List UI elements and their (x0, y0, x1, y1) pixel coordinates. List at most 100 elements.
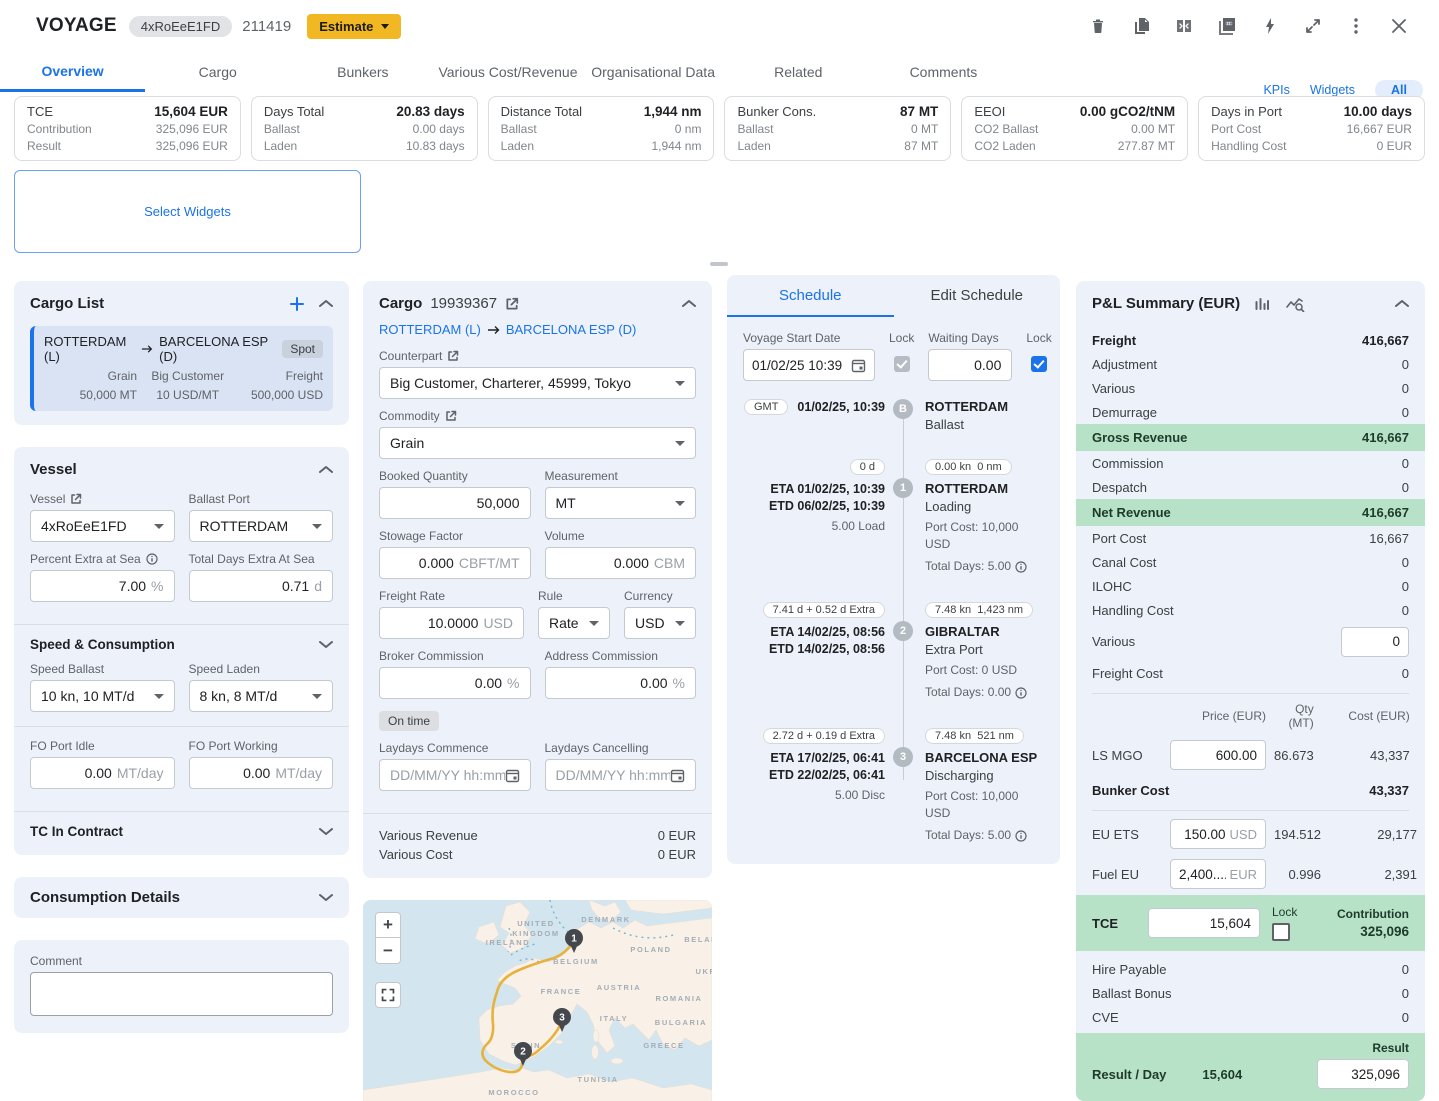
waiting-days-lock-checkbox[interactable] (1031, 356, 1047, 372)
cargo-external-link-icon[interactable] (505, 297, 519, 311)
vessel-external-link-icon[interactable] (70, 493, 82, 505)
start-port: ROTTERDAM (925, 399, 1044, 414)
estimate-button[interactable]: Estimate (307, 14, 401, 39)
expand-icon[interactable] (1303, 16, 1323, 36)
voyage-tag: 4xRoEeE1FD (129, 16, 232, 37)
pdf-export-icon[interactable] (1217, 16, 1237, 36)
comment-input[interactable] (30, 972, 333, 1016)
svg-text:3: 3 (559, 1013, 565, 1024)
speed-ballast-select[interactable]: 10 kn, 10 MT/d (30, 680, 175, 712)
tab-various-cost-revenue[interactable]: Various Cost/Revenue (435, 52, 580, 92)
map-zoom-out-button[interactable]: − (375, 938, 401, 964)
svg-text:AUSTRIA: AUSTRIA (597, 983, 642, 992)
tab-bunkers[interactable]: Bunkers (290, 52, 435, 92)
filter-widgets[interactable]: Widgets (1310, 83, 1355, 97)
map-zoom-in-button[interactable]: + (375, 912, 401, 938)
tab-schedule[interactable]: Schedule (727, 275, 894, 317)
schedule-timeline: GMT 01/02/25, 10:39 B ROTTERDAM Ballast … (743, 397, 1044, 844)
filter-kpis[interactable]: KPIs (1263, 83, 1289, 97)
calendar-icon[interactable] (505, 768, 520, 783)
close-icon[interactable] (1389, 16, 1409, 36)
laydays-commence-input[interactable] (379, 759, 531, 791)
currency-select[interactable]: USD (624, 607, 696, 639)
info-icon (1015, 830, 1027, 842)
rule-select[interactable]: Rate (538, 607, 610, 639)
calendar-icon[interactable] (851, 358, 866, 373)
route-map[interactable]: UNITED KINGDOM IRELAND DENMARK BELGIUM P… (363, 900, 712, 1101)
speed-laden-select[interactable]: 8 kn, 8 MT/d (189, 680, 334, 712)
eu-ets-price-input[interactable]: USD (1170, 819, 1266, 849)
cargo-list-item[interactable]: ROTTERDAM (L) BARCELONA ESP (D) Spot Gra… (30, 326, 333, 411)
tab-comments[interactable]: Comments (871, 52, 1016, 92)
comment-label: Comment (30, 954, 82, 968)
collapse-cargo-icon[interactable] (682, 299, 696, 308)
broker-commission-input[interactable]: 0.00% (379, 667, 531, 699)
map-fullscreen-button[interactable] (375, 982, 401, 1008)
kpi-card-tce: TCE15,604 EUR Contribution325,096 EUR Re… (14, 96, 241, 161)
commodity-select[interactable]: Grain (379, 427, 696, 459)
address-commission-input[interactable]: 0.00% (545, 667, 697, 699)
laydays-cancelling-input[interactable] (545, 759, 697, 791)
tce-input[interactable] (1148, 908, 1260, 938)
tab-edit-schedule[interactable]: Edit Schedule (894, 275, 1061, 317)
freight-rate-input[interactable]: 10.0000USD (379, 607, 524, 639)
kpi-card-days-total: Days Total20.83 days Ballast0.00 days La… (251, 96, 478, 161)
tce-lock-checkbox[interactable] (1272, 923, 1290, 941)
route-from-link[interactable]: ROTTERDAM (L) (379, 322, 481, 337)
tab-cargo[interactable]: Cargo (145, 52, 290, 92)
arrow-right-icon (487, 325, 500, 335)
collapse-pnl-icon[interactable] (1395, 299, 1409, 308)
days-extra-input[interactable]: 0.71d (189, 570, 334, 602)
cargo-id: 19939367 (430, 295, 497, 312)
voyage-start-lock-checkbox[interactable] (894, 356, 910, 372)
ls-mgo-price-input[interactable] (1170, 740, 1266, 770)
pnl-various-input[interactable] (1341, 627, 1409, 657)
tce-row: TCE Lock Contribution 325,096 (1076, 895, 1425, 951)
measurement-select[interactable]: MT (545, 487, 697, 519)
counterpart-external-link-icon[interactable] (447, 350, 459, 362)
cargo-counterpart: Big Customer (137, 369, 238, 383)
fo-port-idle-input[interactable]: 0.00MT/day (30, 757, 175, 789)
tab-overview[interactable]: Overview (0, 52, 145, 92)
consumption-details-panel: Consumption Details (14, 877, 349, 918)
expand-tc-icon[interactable] (319, 827, 333, 836)
expand-speed-icon[interactable] (319, 640, 333, 649)
fo-port-working-input[interactable]: 0.00MT/day (189, 757, 334, 789)
svg-text:IRELAND: IRELAND (486, 938, 531, 947)
pnl-column: P&L Summary (EUR) Freight416,667 Adjustm… (1076, 281, 1425, 1101)
booked-quantity-input[interactable]: 50,000 (379, 487, 531, 519)
left-column: Cargo List ROTTERDAM (L) BARCELONA ESP (… (14, 281, 349, 1055)
percent-extra-input[interactable]: 7.00% (30, 570, 175, 602)
fuel-eu-price-input[interactable]: EUR (1170, 859, 1266, 889)
counterpart-select[interactable]: Big Customer, Charterer, 45999, Tokyo (379, 367, 696, 399)
collapse-cargo-list-icon[interactable] (319, 299, 333, 308)
compare-icon[interactable] (1174, 16, 1194, 36)
vessel-select[interactable]: 4xRoEeE1FD (30, 510, 175, 542)
select-widgets-button[interactable]: Select Widgets (14, 170, 361, 253)
line-chart-icon[interactable] (1286, 296, 1306, 312)
voyage-start-date-input[interactable] (743, 349, 875, 381)
flash-icon[interactable] (1260, 16, 1280, 36)
svg-text:BULGARIA: BULGARIA (655, 1018, 707, 1027)
ballast-port-select[interactable]: ROTTERDAM (189, 510, 334, 542)
waiting-days-input[interactable] (928, 349, 1012, 381)
add-cargo-button[interactable] (289, 296, 305, 312)
svg-text:MOROCCO: MOROCCO (488, 1088, 539, 1097)
tab-related[interactable]: Related (726, 52, 871, 92)
bar-chart-icon[interactable] (1254, 296, 1270, 312)
calendar-icon[interactable] (670, 768, 685, 783)
volume-input[interactable]: 0.000CBM (545, 547, 697, 579)
delete-icon[interactable] (1088, 16, 1108, 36)
more-icon[interactable] (1346, 16, 1366, 36)
tab-organisational-data[interactable]: Organisational Data (581, 52, 726, 92)
result-input[interactable] (1317, 1059, 1409, 1089)
panel-resize-handle[interactable] (710, 262, 728, 266)
stowage-factor-input[interactable]: 0.000CBFT/MT (379, 547, 531, 579)
route-to-link[interactable]: BARCELONA ESP (D) (506, 322, 637, 337)
expand-consumption-icon[interactable] (319, 893, 333, 902)
collapse-vessel-icon[interactable] (319, 465, 333, 474)
chevron-down-icon (589, 621, 599, 626)
duplicate-icon[interactable] (1131, 16, 1151, 36)
commodity-external-link-icon[interactable] (445, 410, 457, 422)
chevron-down-icon (312, 694, 322, 699)
